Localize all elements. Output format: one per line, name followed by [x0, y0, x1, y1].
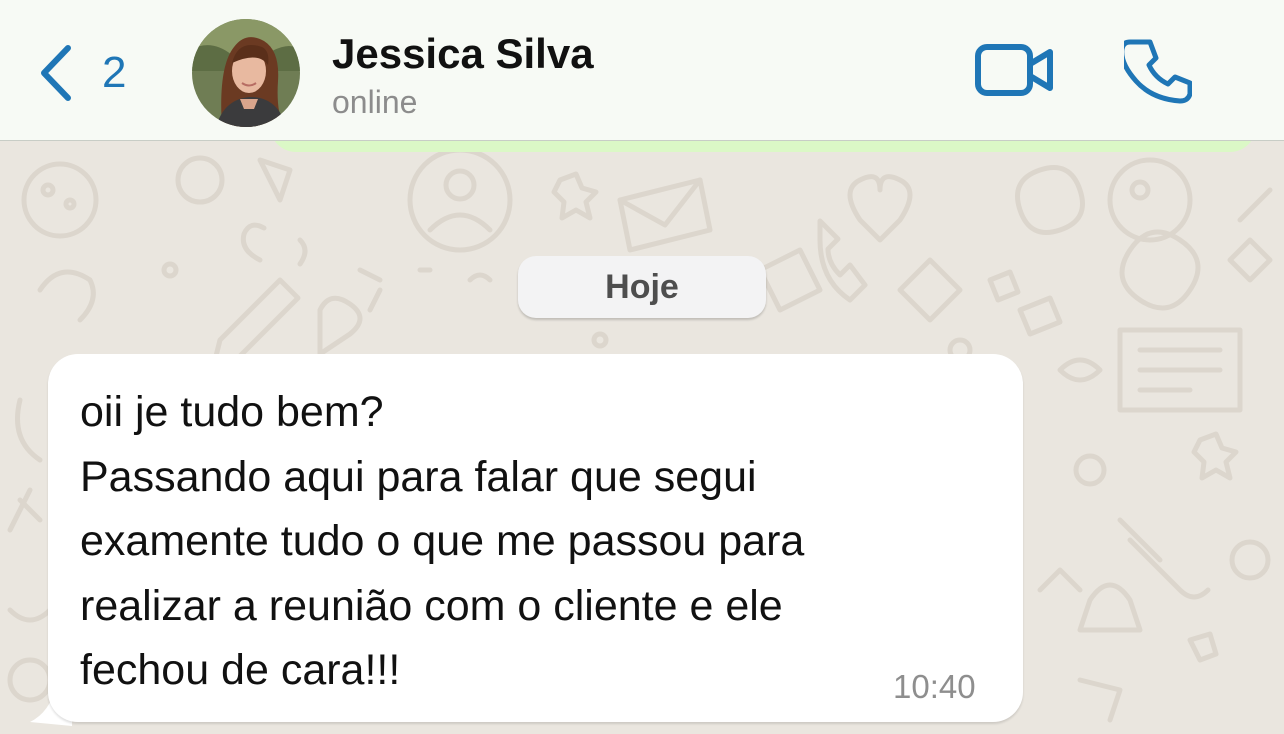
contact-status: online — [332, 84, 418, 120]
contact-name[interactable]: Jessica Silva — [332, 30, 594, 78]
message-line: Passando aqui para falar que segui — [80, 452, 757, 501]
message-line: fechou de cara!!! — [80, 646, 401, 694]
back-button[interactable]: 2 — [36, 38, 146, 108]
phone-icon — [1119, 39, 1193, 104]
video-call-button[interactable] — [974, 42, 1056, 98]
message-line: realizar a reunião com o cliente e ele — [80, 581, 783, 630]
date-label: Hoje — [605, 267, 679, 306]
video-camera-icon — [975, 44, 1053, 96]
voice-call-button[interactable] — [1119, 38, 1193, 104]
message-line: examente tudo o que me passou para — [80, 517, 805, 565]
contact-avatar[interactable] — [192, 19, 300, 127]
chevron-left-icon — [41, 45, 71, 101]
message-line: oii je tudo bem? — [80, 388, 384, 436]
message-time: 10:40 — [893, 668, 976, 705]
unread-count: 2 — [102, 48, 127, 97]
chat-header: 2 Jessica Silva online — [0, 0, 1284, 141]
message-text[interactable]: oii je tudo bem? Passando aqui para fala… — [80, 380, 1000, 703]
date-separator: Hoje — [518, 256, 766, 318]
